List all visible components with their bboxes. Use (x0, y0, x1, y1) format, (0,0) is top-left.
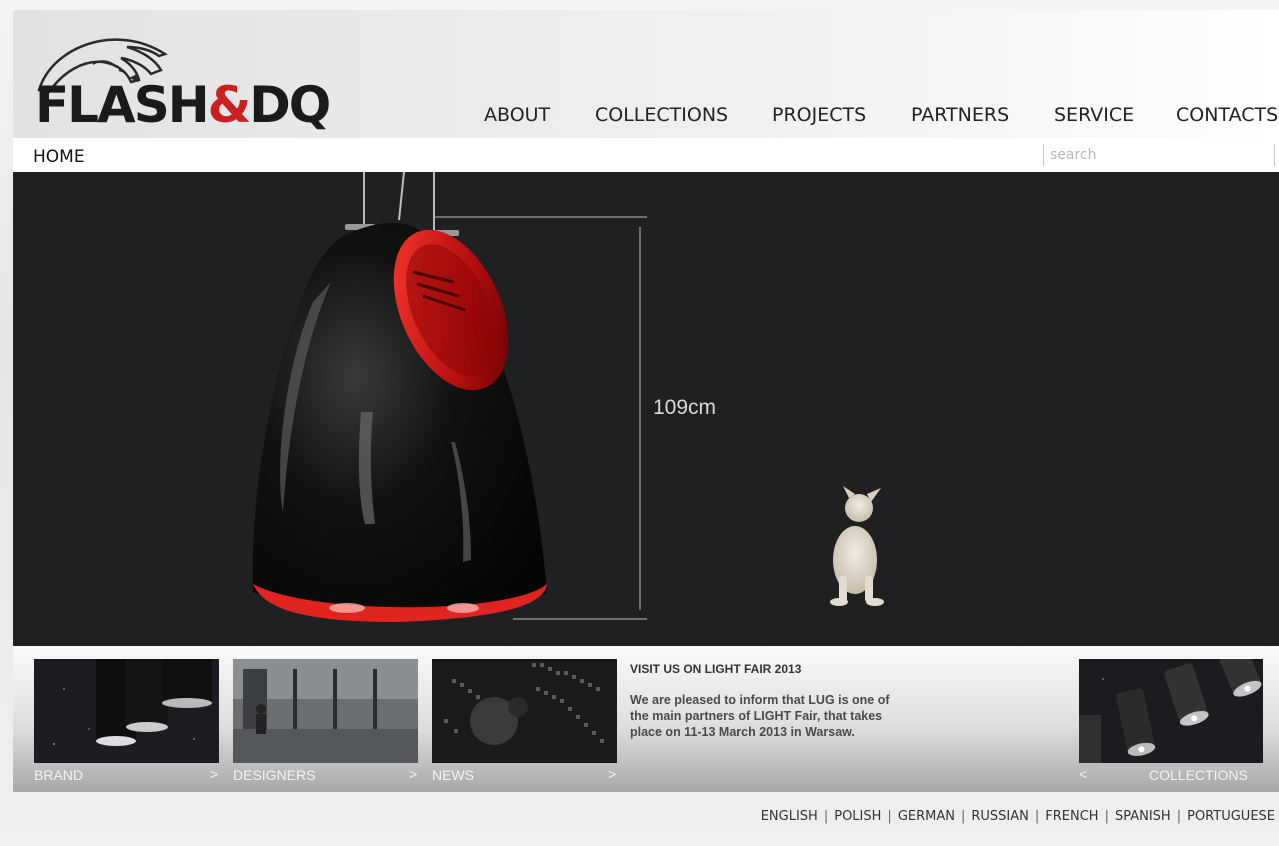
dimension-label: 109cm (653, 396, 717, 419)
nav-projects[interactable]: PROJECTS (772, 104, 866, 126)
page: FLASH&DQ ABOUT COLLECTIONS PROJECTS PART… (13, 10, 1279, 846)
lang-separator: | (1034, 809, 1040, 824)
designers-tile[interactable] (233, 659, 418, 763)
news-tile[interactable] (432, 659, 617, 763)
news-image (432, 659, 617, 763)
nav-partners[interactable]: PARTNERS (911, 104, 1009, 126)
collections-image (1079, 659, 1263, 763)
nav-collections[interactable]: COLLECTIONS (595, 104, 728, 126)
search-box (1043, 144, 1275, 166)
designers-arrow-icon[interactable]: > (409, 766, 417, 782)
lang-separator: | (1176, 809, 1182, 824)
lang-separator: | (887, 809, 892, 824)
lang-separator: | (1104, 809, 1109, 824)
sub-bar: HOME (13, 138, 1279, 172)
news-headline[interactable]: VISIT US ON LIGHT FAIR 2013 (630, 662, 801, 676)
search-input[interactable] (1050, 145, 1260, 165)
lang-english[interactable]: ENGLISH (761, 809, 818, 824)
lang-spanish[interactable]: SPANISH (1115, 809, 1171, 824)
lang-german[interactable]: GERMAN (898, 809, 955, 824)
dog-figure (830, 486, 884, 606)
news-body: We are pleased to inform that LUG is one… (630, 693, 890, 739)
feature-strip: BRAND > DESIGNERS > NEWS > VISIT US ON L… (13, 646, 1279, 792)
nav-contacts[interactable]: CONTACTS (1176, 104, 1278, 126)
brand-arrow-icon[interactable]: > (210, 766, 218, 782)
nav-service[interactable]: SERVICE (1054, 104, 1134, 126)
news-arrow-icon[interactable]: > (608, 766, 616, 782)
collections-label[interactable]: COLLECTIONS (1149, 767, 1248, 783)
designers-image (233, 659, 418, 763)
news-label[interactable]: NEWS (432, 767, 474, 783)
lang-russian[interactable]: RUSSIAN (971, 809, 1029, 824)
collections-prev-icon[interactable]: < (1079, 766, 1087, 782)
hero-banner[interactable]: 109cm (13, 172, 1279, 646)
header: FLASH&DQ ABOUT COLLECTIONS PROJECTS PART… (13, 10, 1279, 138)
nav-about[interactable]: ABOUT (484, 104, 550, 126)
brand-label[interactable]: BRAND (34, 767, 83, 783)
home-link[interactable]: HOME (33, 147, 85, 167)
hero-illustration (252, 172, 884, 622)
lang-french[interactable]: FRENCH (1045, 809, 1098, 824)
brand-image (34, 659, 219, 763)
lang-portuguese[interactable]: PORTUGUESE (1187, 809, 1275, 824)
designers-label[interactable]: DESIGNERS (233, 767, 315, 783)
lang-separator: | (823, 809, 829, 824)
lang-separator: | (960, 809, 966, 824)
language-bar: ENGLISH | POLISH | GERMAN | RUSSIAN | FRENCH | SPA… (761, 809, 1275, 824)
main-nav: ABOUT COLLECTIONS PROJECTS PARTNERS SERV… (13, 104, 1279, 134)
brand-tile[interactable] (34, 659, 219, 763)
collections-tile[interactable] (1079, 659, 1263, 763)
lang-polish[interactable]: POLISH (834, 809, 881, 824)
